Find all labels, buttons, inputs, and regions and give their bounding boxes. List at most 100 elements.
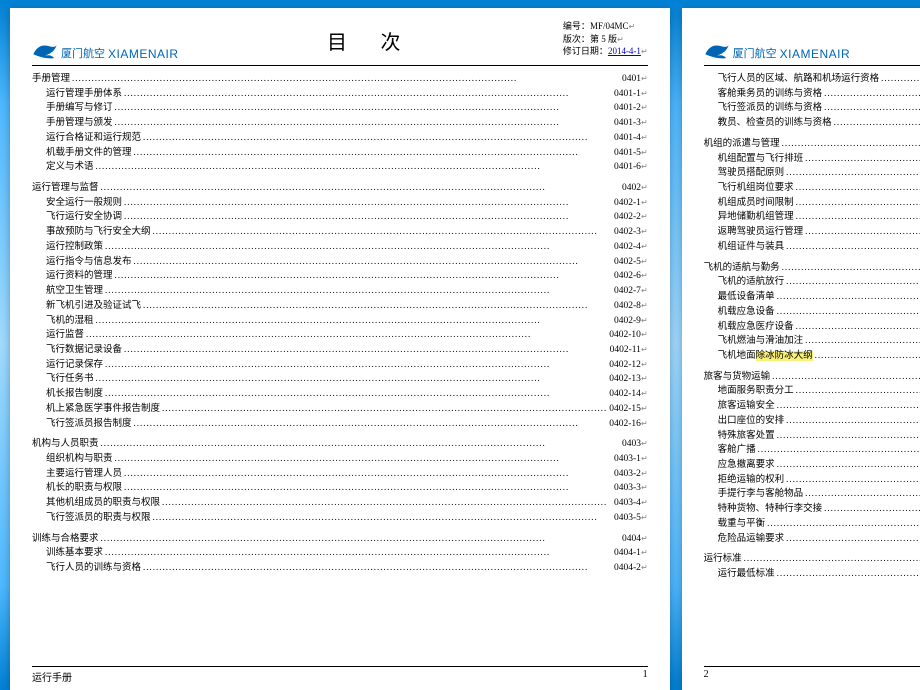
toc-entry: 飞行人员的训练与资格0404-2↵ <box>32 561 648 576</box>
toc-page: 0403-1↵ <box>614 452 648 467</box>
toc-leader <box>803 487 920 501</box>
page-footer: 2 运行手册 <box>704 666 920 684</box>
toc-entry: 机载应急设备0406-3↵ <box>704 305 920 320</box>
toc-label: 机组成员时间限制 <box>704 196 794 211</box>
toc-entry: 应急撤离要求0407-6↵ <box>704 458 920 473</box>
toc-page: 0401-1↵ <box>614 87 648 102</box>
toc-leader <box>832 116 920 130</box>
toc-leader <box>775 290 920 304</box>
toc-label: 旅客与货物运输 <box>704 370 771 385</box>
toc-label: 运行监督 <box>32 328 84 343</box>
page-number: 2 <box>704 669 709 684</box>
toc-page: 0403-4↵ <box>614 496 648 511</box>
toc-label: 手提行李与客舱物品 <box>704 487 804 502</box>
toc-label: 旅客运输安全 <box>704 399 775 414</box>
toc-page: 0403-3↵ <box>614 481 648 496</box>
toc-entry: 教员、检查员的训练与资格0404-6↵ <box>704 116 920 131</box>
toc-leader <box>784 240 920 254</box>
toc-entry: 运行管理手册体系0401-1↵ <box>32 87 648 102</box>
toc-entry: 飞机的适航与勤务0406↵ <box>704 261 920 276</box>
toc-label: 主要运行管理人员 <box>32 467 122 482</box>
toc-label: 飞行签派员的职责与权限 <box>32 511 151 526</box>
toc-entry: 运行资料的管理0402-6↵ <box>32 269 648 284</box>
toc-leader <box>780 261 920 275</box>
page-header: 厦门航空 XIAMENAIR 目 次 编号：MF/04MC↵ 版次：第 5 版↵… <box>32 18 648 66</box>
toc-page: 0401-3↵ <box>614 116 648 131</box>
toc-entry: 机载手册文件的管理0401-5↵ <box>32 146 648 161</box>
toc-body-left: 手册管理0401↵运行管理手册体系0401-1↵手册编写与修订0401-2↵手册… <box>32 72 648 666</box>
toc-label: 运行标准 <box>704 552 742 567</box>
toc-entry: 飞机燃油与滑油加注0406-5↵ <box>704 334 920 349</box>
toc-leader <box>822 502 920 516</box>
toc-label: 飞行任务书 <box>32 372 94 387</box>
toc-entry: 飞行任务书0402-13↵ <box>32 372 648 387</box>
toc-entry: 飞行签派员的职责与权限0403-5↵ <box>32 511 648 526</box>
toc-title: 目 次 <box>179 18 563 55</box>
toc-entry: 旅客与货物运输0407↵ <box>704 370 920 385</box>
toc-leader <box>141 561 614 575</box>
toc-label: 定义与术语 <box>32 160 94 175</box>
brand-cn: 厦门航空 <box>61 45 105 61</box>
toc-leader <box>113 452 615 466</box>
toc-label: 运行管理与监督 <box>32 181 99 196</box>
toc-leader <box>794 181 920 195</box>
brand-en: XIAMENAIR <box>780 47 851 61</box>
toc-page: 0402-8↵ <box>614 299 648 314</box>
toc-leader <box>122 343 610 357</box>
toc-entry: 定义与术语0401-6↵ <box>32 160 648 175</box>
page-number: 1 <box>643 669 648 684</box>
toc-leader <box>122 210 614 224</box>
toc-entry: 拒绝运输的权利0407-7↵ <box>704 473 920 488</box>
toc-entry: 事故预防与飞行安全大纲0402-3↵ <box>32 225 648 240</box>
toc-leader <box>765 517 920 531</box>
toc-label: 训练与合格要求 <box>32 532 99 547</box>
page-right: 厦门航空 XIAMENAIR 目 次 编号：MF/04MC↵ 版次：第 5 版↵… <box>682 8 920 690</box>
toc-leader <box>794 196 920 210</box>
toc-label: 异地储勤机组管理 <box>704 210 794 225</box>
brand-cn: 厦门航空 <box>733 45 777 61</box>
toc-entry: 客舱乘务员的训练与资格0404-4↵ <box>704 87 920 102</box>
toc-leader <box>99 181 622 195</box>
toc-entry: 训练与合格要求0404↵ <box>32 532 648 547</box>
toc-entry: 机组证件与装具0405-7↵ <box>704 240 920 255</box>
toc-entry: 运行指令与信息发布0402-5↵ <box>32 255 648 270</box>
toc-entry: 安全运行一般规则0402-1↵ <box>32 196 648 211</box>
toc-entry: 机组的派遣与管理0405↵ <box>704 137 920 152</box>
toc-leader <box>122 481 614 495</box>
toc-entry: 驾驶员搭配原则0405-2↵ <box>704 166 920 181</box>
toc-label: 教员、检查员的训练与资格 <box>704 116 832 131</box>
toc-label: 机长报告制度 <box>32 387 103 402</box>
toc-entry: 旅客运输安全0407-2↵ <box>704 399 920 414</box>
toc-leader <box>113 101 615 115</box>
toc-label: 客舱广播 <box>704 443 756 458</box>
toc-leader <box>780 137 920 151</box>
brand-logo: 厦门航空 XIAMENAIR <box>704 18 851 63</box>
toc-entry: 异地储勤机组管理0405-5↵ <box>704 210 920 225</box>
toc-page: 0402-2↵ <box>614 210 648 225</box>
toc-leader <box>99 532 622 546</box>
toc-entry: 客舱广播0407-5↵ <box>704 443 920 458</box>
toc-entry: 运行监督0402-10↵ <box>32 328 648 343</box>
toc-label: 手册管理与颁发 <box>32 116 113 131</box>
toc-entry: 运行管理与监督0402↵ <box>32 181 648 196</box>
footer-title: 运行手册 <box>32 669 72 684</box>
toc-label: 飞机燃油与滑油加注 <box>704 334 804 349</box>
toc-entry: 飞机的适航放行0406-1↵ <box>704 275 920 290</box>
toc-entry: 组织机构与职责0403-1↵ <box>32 452 648 467</box>
toc-label: 运行控制政策 <box>32 240 103 255</box>
toc-page: 0402-16↵ <box>609 417 647 432</box>
toc-label: 机组的派遣与管理 <box>704 137 780 152</box>
toc-leader <box>784 414 920 428</box>
toc-page: 0401↵ <box>622 72 648 87</box>
toc-page: 0402-12↵ <box>609 358 647 373</box>
brand-logo: 厦门航空 XIAMENAIR <box>32 18 179 63</box>
toc-entry: 运行最低标准0408-1↵ <box>704 567 920 582</box>
toc-leader <box>160 402 609 416</box>
toc-page: 0401-4↵ <box>614 131 648 146</box>
toc-title: 目 次 <box>850 18 920 55</box>
toc-label: 训练基本要求 <box>32 546 103 561</box>
toc-entry: 飞机的湿租0402-9↵ <box>32 314 648 329</box>
toc-entry: 手册管理0401↵ <box>32 72 648 87</box>
toc-label: 地面服务职责分工 <box>704 384 794 399</box>
toc-leader <box>794 210 920 224</box>
